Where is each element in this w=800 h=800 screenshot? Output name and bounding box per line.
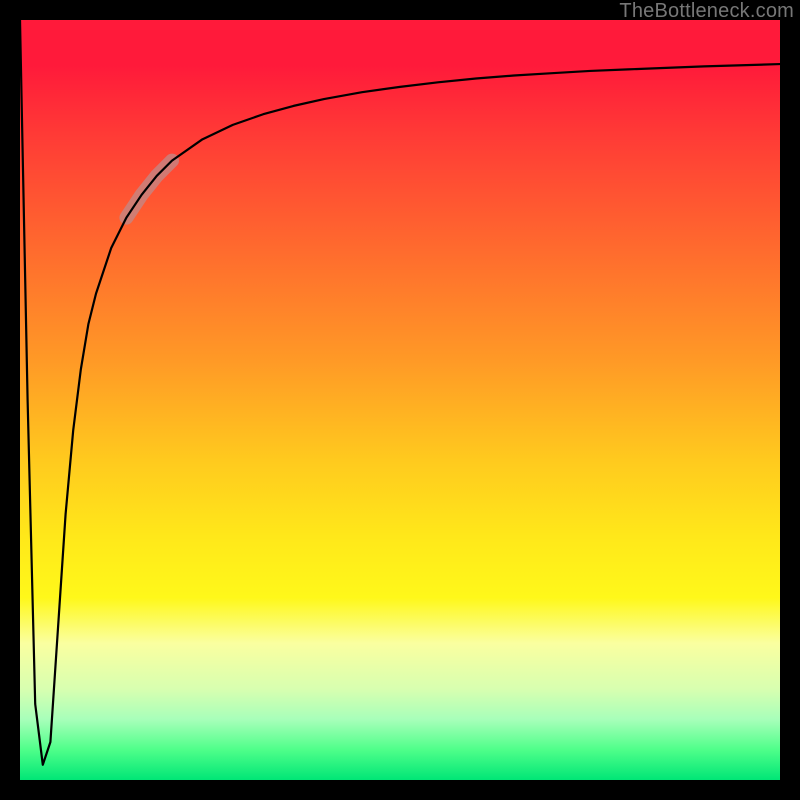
plot-area bbox=[20, 20, 780, 780]
bottleneck-curve bbox=[20, 20, 780, 765]
watermark-text: TheBottleneck.com bbox=[619, 0, 794, 23]
plot-svg bbox=[20, 20, 780, 780]
chart-frame: TheBottleneck.com bbox=[0, 0, 800, 800]
